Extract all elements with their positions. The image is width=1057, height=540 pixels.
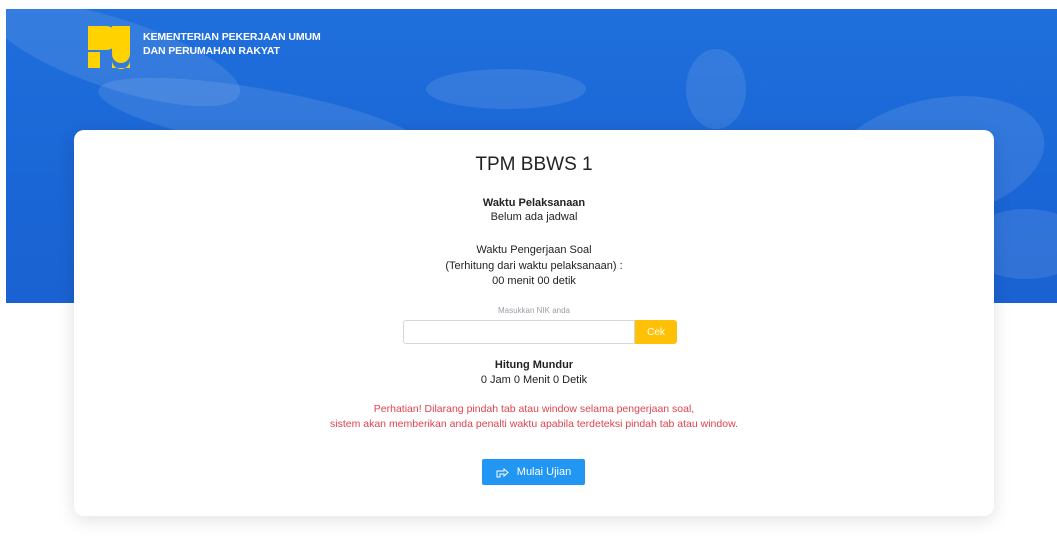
exam-card: TPM BBWS 1 Waktu Pelaksanaan Belum ada j… <box>74 130 994 516</box>
warning-message: Perhatian! Dilarang pindah tab atau wind… <box>74 402 994 432</box>
pu-logo-icon <box>88 26 130 69</box>
org-name-line2: DAN PERUMAHAN RAKYAT <box>143 45 280 57</box>
hand-pointer-icon <box>496 467 509 477</box>
nik-label: Masukkan NIK anda <box>497 306 571 315</box>
exam-title: TPM BBWS 1 <box>475 154 593 175</box>
countdown-label: Hitung Mundur <box>494 359 574 371</box>
duration-note: (Terhitung dari waktu pelaksanaan) : <box>445 260 623 272</box>
start-exam-button[interactable]: Mulai Ujian <box>482 459 585 485</box>
check-button[interactable]: Cek <box>635 320 677 344</box>
schedule-value: Belum ada jadwal <box>490 211 578 223</box>
nik-input[interactable] <box>403 320 635 344</box>
countdown-value: 0 Jam 0 Menit 0 Detik <box>480 374 588 386</box>
schedule-label: Waktu Pelaksanaan <box>482 197 586 209</box>
warning-line2: sistem akan memberikan anda penalti wakt… <box>330 418 738 430</box>
org-name: KEMENTERIAN PEKERJAAN UMUM DAN PERUMAHAN… <box>143 30 321 58</box>
duration-value: 00 menit 00 detik <box>492 275 576 287</box>
nik-form: Cek <box>403 320 677 344</box>
page: KEMENTERIAN PEKERJAAN UMUM DAN PERUMAHAN… <box>0 0 1057 540</box>
warning-line1: Perhatian! Dilarang pindah tab atau wind… <box>373 403 695 415</box>
duration-label: Waktu Pengerjaan Soal <box>476 244 592 256</box>
org-name-line1: KEMENTERIAN PEKERJAAN UMUM <box>143 31 321 43</box>
start-exam-label: Mulai Ujian <box>516 466 572 478</box>
